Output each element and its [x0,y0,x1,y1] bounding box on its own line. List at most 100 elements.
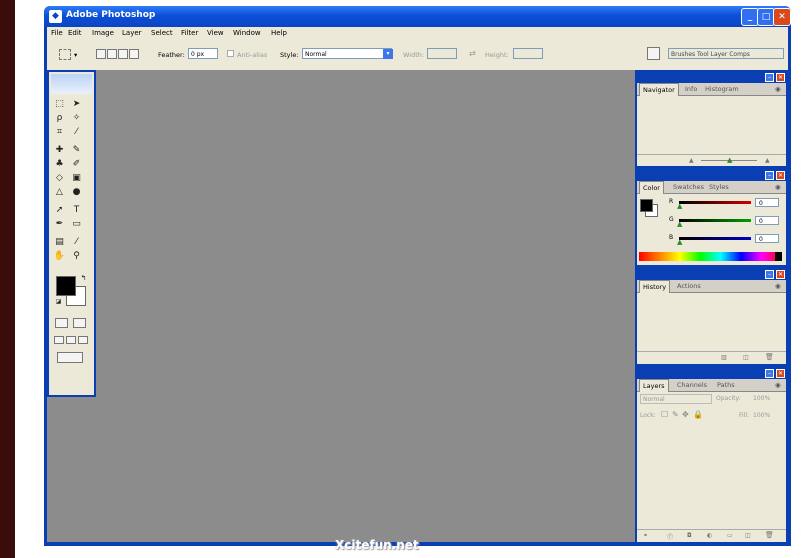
lock-transparent-icon[interactable]: ☐ [661,410,668,419]
pen-tool-icon[interactable]: ✒ [53,218,66,230]
add-selection-icon[interactable] [107,49,117,59]
zoom-slider-thumb-icon[interactable]: ▲ [727,156,732,164]
color-minimize-button[interactable]: – [765,171,774,180]
navigator-menu-icon[interactable]: ◉ [775,85,781,93]
default-colors-icon[interactable]: ◪ [52,296,65,308]
tab-histogram[interactable]: Histogram [705,85,739,93]
tab-styles[interactable]: Styles [709,183,729,191]
intersect-selection-icon[interactable] [129,49,139,59]
delete-layer-icon[interactable]: 🗑 [765,531,774,539]
link-layers-icon[interactable]: ⚭ [643,532,648,539]
blue-slider[interactable] [679,237,751,240]
tab-info[interactable]: Info [685,85,697,93]
history-close-button[interactable]: ✕ [776,270,785,279]
color-foreground-swatch[interactable] [640,199,653,212]
new-layer-icon[interactable]: ◫ [745,532,751,539]
tab-swatches[interactable]: Swatches [673,183,704,191]
foreground-color-swatch[interactable] [56,276,76,296]
adjustment-layer-icon[interactable]: ◐ [707,532,712,539]
green-slider-thumb-icon[interactable]: ▲ [677,220,682,228]
red-value[interactable]: 0 [755,198,779,207]
feather-input[interactable]: 0 px [188,48,218,59]
tab-history[interactable]: History [639,280,671,293]
green-slider[interactable] [679,219,751,222]
adobe-feather-logo[interactable] [51,74,92,94]
zoom-in-icon[interactable]: ▲ [765,157,770,164]
menu-view[interactable]: View [207,29,224,37]
new-selection-icon[interactable] [96,49,106,59]
notes-tool-icon[interactable]: ▤ [53,236,66,248]
type-tool-icon[interactable]: T [70,204,83,216]
slice-tool-icon[interactable]: ⁄ [70,126,83,138]
palette-well[interactable]: Brushes Tool Layer Comps [668,48,784,59]
layers-minimize-button[interactable]: – [765,369,774,378]
workspace-canvas[interactable] [47,70,635,542]
brush-tool-icon[interactable]: ✎ [70,144,83,156]
full-screen-mode-icon[interactable] [78,336,88,344]
full-screen-menu-mode-icon[interactable] [66,336,76,344]
new-group-icon[interactable]: ▭ [727,532,733,539]
navigator-minimize-button[interactable]: – [765,73,774,82]
marquee-tool-icon[interactable]: ⬚ [53,98,66,110]
color-menu-icon[interactable]: ◉ [775,183,781,191]
dodge-tool-icon[interactable]: ● [70,186,83,198]
tab-paths[interactable]: Paths [717,381,735,389]
hand-tool-icon[interactable]: ✋ [53,250,66,262]
tab-channels[interactable]: Channels [677,381,707,389]
marquee-preset-icon[interactable] [59,49,71,60]
style-select[interactable]: Normal [302,48,392,59]
opacity-value[interactable]: 100% [753,395,770,402]
shape-tool-icon[interactable]: ▭ [70,218,83,230]
menu-layer[interactable]: Layer [122,29,142,37]
close-button[interactable]: ✕ [773,8,791,26]
add-mask-icon[interactable]: ◘ [687,532,692,539]
eraser-tool-icon[interactable]: ◇ [53,172,66,184]
standard-mode-icon[interactable] [55,318,68,328]
path-selection-tool-icon[interactable]: ➚ [53,204,66,216]
zoom-tool-icon[interactable]: ⚲ [70,250,83,262]
lock-position-icon[interactable]: ✥ [682,410,689,419]
blur-tool-icon[interactable]: △ [53,186,66,198]
menu-file[interactable]: File [51,29,63,37]
blue-value[interactable]: 0 [755,234,779,243]
red-slider[interactable] [679,201,751,204]
swap-colors-icon[interactable]: ↰ [77,272,90,284]
swap-dimensions-icon[interactable]: ⇄ [469,49,476,58]
quick-mask-mode-icon[interactable] [73,318,86,328]
new-document-from-state-icon[interactable]: ▥ [721,354,727,361]
eyedropper-tool-icon[interactable]: ⁄ [70,236,83,248]
zoom-out-icon[interactable]: ▲ [689,157,694,164]
healing-brush-tool-icon[interactable]: ✚ [53,144,66,156]
red-slider-thumb-icon[interactable]: ▲ [677,202,682,210]
color-close-button[interactable]: ✕ [776,171,785,180]
history-menu-icon[interactable]: ◉ [775,282,781,290]
spectrum-black-swatch[interactable] [775,252,782,261]
lock-all-icon[interactable]: 🔒 [693,410,703,419]
magic-wand-tool-icon[interactable]: ✧ [70,112,83,124]
style-dropdown-arrow-icon[interactable]: ▾ [383,49,393,59]
color-spectrum-bar[interactable] [639,252,782,261]
tab-navigator[interactable]: Navigator [639,83,679,96]
menu-window[interactable]: Window [233,29,261,37]
width-input[interactable] [427,48,457,59]
gradient-tool-icon[interactable]: ▣ [70,172,83,184]
menu-help[interactable]: Help [271,29,287,37]
crop-tool-icon[interactable]: ⌗ [53,126,66,138]
fill-value[interactable]: 100% [753,412,770,419]
layer-style-icon[interactable]: ⓕ [667,532,673,541]
jump-to-imageready-icon[interactable] [57,352,83,363]
file-browser-icon[interactable] [647,47,660,60]
tab-layers[interactable]: Layers [639,379,669,392]
blend-mode-select[interactable]: Normal [640,394,712,404]
menu-filter[interactable]: Filter [181,29,198,37]
lasso-tool-icon[interactable]: ρ [53,112,66,124]
history-brush-tool-icon[interactable]: ✐ [70,158,83,170]
navigator-close-button[interactable]: ✕ [776,73,785,82]
blue-slider-thumb-icon[interactable]: ▲ [677,238,682,246]
preset-dropdown-arrow-icon[interactable]: ▾ [74,51,77,59]
layers-menu-icon[interactable]: ◉ [775,381,781,389]
tab-actions[interactable]: Actions [677,282,701,290]
new-snapshot-icon[interactable]: ◫ [743,354,749,361]
history-delete-icon[interactable]: 🗑 [765,353,774,361]
menu-select[interactable]: Select [151,29,173,37]
